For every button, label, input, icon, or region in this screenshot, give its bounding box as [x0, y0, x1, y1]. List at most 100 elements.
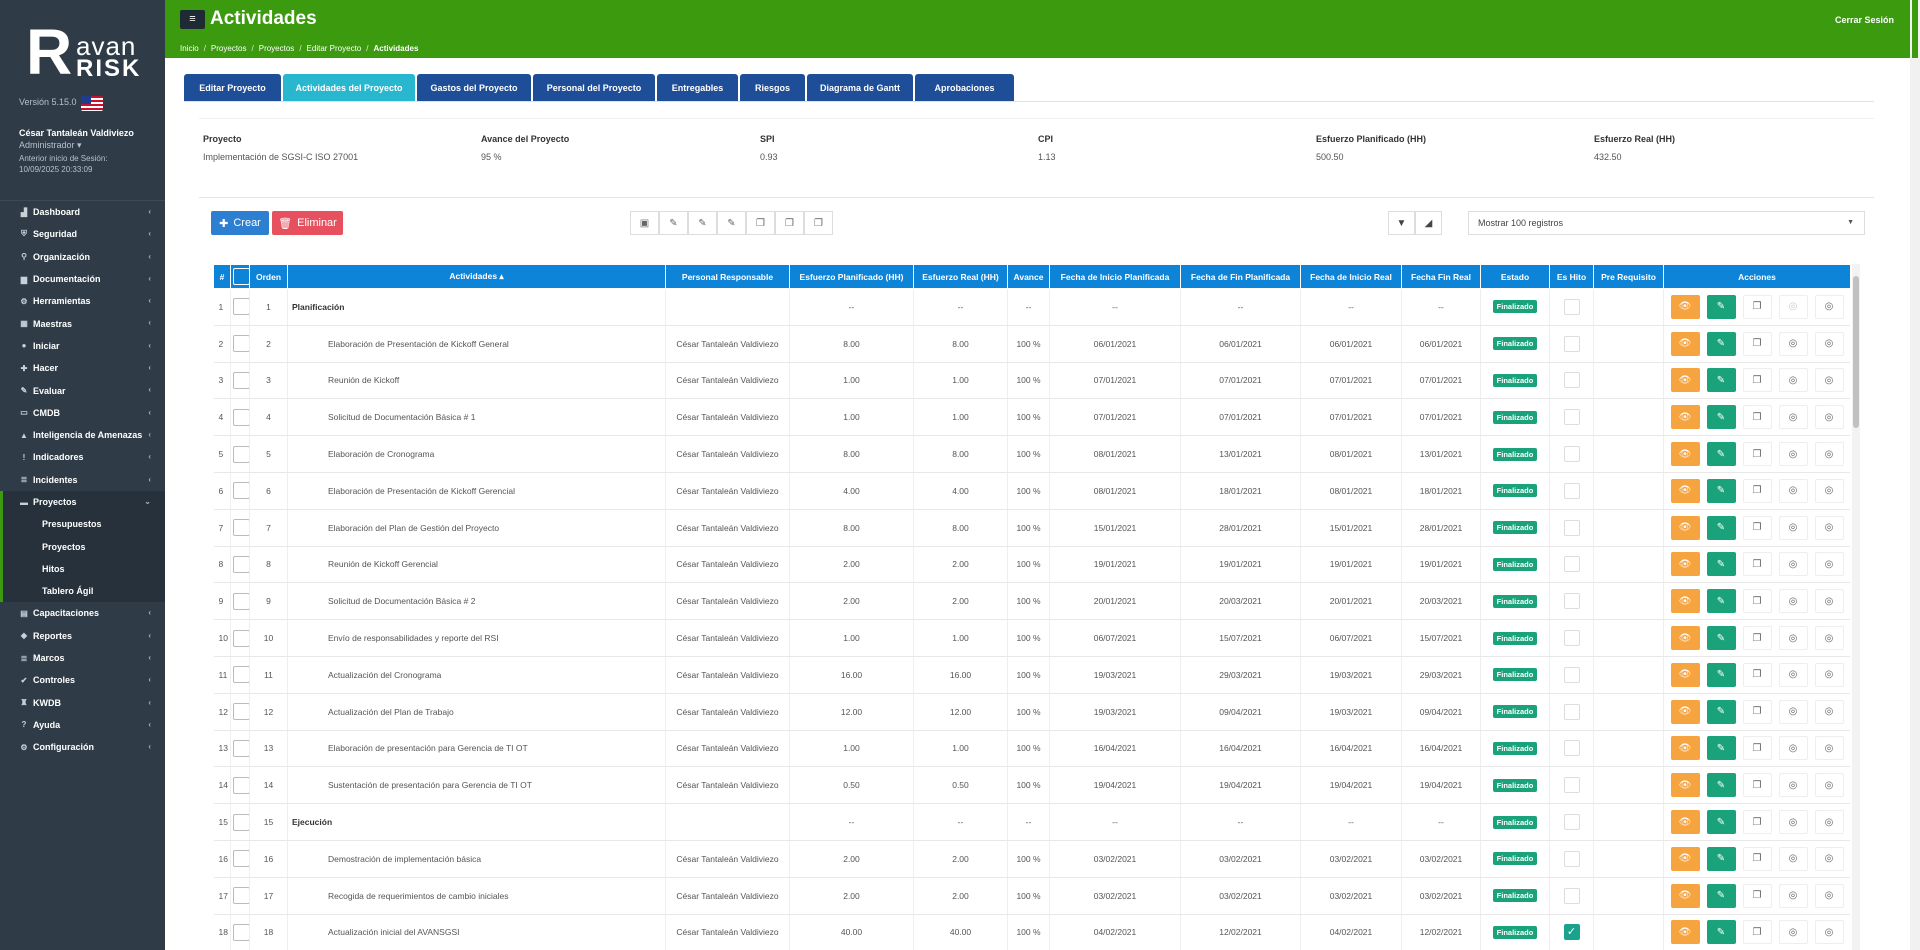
view-icon[interactable]: 👁	[1670, 331, 1700, 356]
target-icon[interactable]: ◎	[1778, 810, 1808, 835]
tab-riesgos[interactable]: Riesgos	[740, 74, 805, 101]
target-icon[interactable]: ◎	[1778, 478, 1808, 503]
table-row[interactable]: 1 1 Planificación -- -- -- -- -- -- -- Finalizado 👁…	[213, 288, 1850, 326]
sidebar-item-inteligencia-de-amenazas[interactable]: ▲ Inteligencia de Amenazas ‹	[0, 424, 165, 446]
sidebar-item-evaluar[interactable]: ✎ Evaluar ‹	[0, 379, 165, 401]
tab-gastos-del-proyecto[interactable]: Gastos del Proyecto	[417, 74, 531, 101]
row-checkbox[interactable]	[233, 813, 249, 831]
edit-icon[interactable]: ✎	[1706, 662, 1736, 687]
target-icon[interactable]: ◎	[1814, 846, 1844, 871]
target-icon[interactable]: ◎	[1814, 552, 1844, 577]
menu-toggle-icon[interactable]: ≡	[180, 10, 205, 29]
copy-icon[interactable]: ❐	[1742, 442, 1772, 467]
us-flag-icon[interactable]	[81, 96, 103, 111]
logo[interactable]: R avan RISK	[0, 0, 165, 84]
copy-icon[interactable]: ❐	[1742, 736, 1772, 761]
copy-icon[interactable]: ❐	[1742, 331, 1772, 356]
sidebar-item-seguridad[interactable]: ⛨ Seguridad ‹	[0, 223, 165, 245]
row-checkbox[interactable]	[233, 335, 249, 353]
target-icon[interactable]: ◎	[1814, 662, 1844, 687]
page-scrollbar[interactable]	[1910, 0, 1920, 950]
target-icon[interactable]: ◎	[1814, 589, 1844, 614]
sidebar-item-organizacion[interactable]: ⚲ Organización ‹	[0, 246, 165, 268]
table-row[interactable]: 17 17 Recogida de requerimientos de cambio…	[213, 877, 1850, 915]
target-icon[interactable]: ◎	[1814, 883, 1844, 908]
copy-icon[interactable]: ❐	[804, 211, 833, 235]
sidebar-item-marcos[interactable]: ≣ Marcos ‹	[0, 647, 165, 669]
view-icon[interactable]: 👁	[1670, 920, 1700, 945]
edit-icon[interactable]: ✎	[1706, 552, 1736, 577]
edit-icon[interactable]: ✎	[1706, 442, 1736, 467]
copy-icon[interactable]: ❐	[1742, 773, 1772, 798]
copy-icon[interactable]: ❐	[746, 211, 775, 235]
row-checkbox[interactable]	[233, 371, 249, 389]
table-row[interactable]: 18 18 Actualización inicial del AVANSGSI Cé…	[213, 914, 1850, 950]
copy-icon[interactable]: ❐	[1742, 368, 1772, 393]
target-icon[interactable]: ◎	[1814, 515, 1844, 540]
submenu-item-proyectos[interactable]: Proyectos	[3, 535, 165, 557]
row-checkbox[interactable]	[233, 923, 249, 941]
target-icon[interactable]: ◎	[1814, 736, 1844, 761]
view-icon[interactable]: 👁	[1670, 478, 1700, 503]
copy-icon[interactable]: ❐	[775, 211, 804, 235]
breadcrumb-link-inicio[interactable]: Inicio	[180, 44, 199, 53]
table-row[interactable]: 16 16 Demostración de implementación básic…	[213, 840, 1850, 878]
edit-icon[interactable]: ✎	[1706, 478, 1736, 503]
edit-icon[interactable]: ✎	[1706, 736, 1736, 761]
row-checkbox[interactable]	[233, 666, 249, 684]
row-checkbox[interactable]	[233, 519, 249, 537]
table-row[interactable]: 2 2 Elaboración de Presentación de Kickoff…	[213, 325, 1850, 363]
delete-button[interactable]: 🗑 Eliminar	[272, 211, 343, 235]
tab-actividades-del-proyecto[interactable]: Actividades del Proyecto	[283, 74, 415, 101]
sidebar-item-documentacion[interactable]: ▆ Documentación ‹	[0, 268, 165, 290]
target-icon[interactable]: ◎	[1778, 773, 1808, 798]
edit-icon[interactable]: ✎	[1706, 626, 1736, 651]
row-checkbox[interactable]	[233, 776, 249, 794]
page-size-select[interactable]: Mostrar 100 registros ▼	[1468, 211, 1865, 235]
row-checkbox[interactable]	[233, 408, 249, 426]
target-icon[interactable]: ◎	[1778, 883, 1808, 908]
sidebar-item-incidentes[interactable]: ≣ Incidentes ‹	[0, 469, 165, 491]
target-icon[interactable]: ◎	[1814, 331, 1844, 356]
target-icon[interactable]: ◎	[1814, 405, 1844, 430]
edit-icon[interactable]: ✎	[1706, 589, 1736, 614]
table-row[interactable]: 15 15 Ejecución -- -- -- -- -- -- -- Finalizado 👁 ✎ ❐…	[213, 803, 1850, 841]
view-icon[interactable]: 👁	[1670, 662, 1700, 687]
copy-icon[interactable]: ❐	[1742, 662, 1772, 687]
target-icon[interactable]: ◎	[1778, 368, 1808, 393]
copy-icon[interactable]: ❐	[1742, 478, 1772, 503]
target-icon[interactable]: ◎	[1778, 515, 1808, 540]
copy-icon[interactable]: ❐	[1742, 699, 1772, 724]
target-icon[interactable]: ◎	[1778, 920, 1808, 945]
edit-icon[interactable]: ✎	[1706, 294, 1736, 319]
sidebar-item-cmdb[interactable]: ▭ CMDB ‹	[0, 402, 165, 424]
row-checkbox[interactable]	[233, 555, 249, 573]
edit-icon[interactable]: ✎	[1706, 920, 1736, 945]
view-icon[interactable]: 👁	[1670, 442, 1700, 467]
row-checkbox[interactable]	[233, 703, 249, 721]
sidebar-item-dashboard[interactable]: ▟ Dashboard ‹	[0, 201, 165, 223]
table-row[interactable]: 7 7 Elaboración del Plan de Gestión del Pr…	[213, 509, 1850, 547]
target-icon[interactable]: ◎	[1778, 699, 1808, 724]
target-icon[interactable]: ◎	[1814, 368, 1844, 393]
edit-icon[interactable]: ✎	[1706, 699, 1736, 724]
sidebar-item-iniciar[interactable]: ● Iniciar ‹	[0, 335, 165, 357]
row-checkbox[interactable]	[233, 298, 249, 316]
table-row[interactable]: 11 11 Actualización del Cronograma César Ta…	[213, 656, 1850, 694]
tab-entregables[interactable]: Entregables	[657, 74, 738, 101]
target-icon[interactable]: ◎	[1814, 699, 1844, 724]
view-icon[interactable]: 👁	[1670, 552, 1700, 577]
filter-icon[interactable]: ▼	[1388, 211, 1415, 235]
table-row[interactable]: 12 12 Actualización del Plan de Trabajo Cés…	[213, 693, 1850, 731]
export-excel-icon[interactable]: ▣	[630, 211, 659, 235]
row-checkbox[interactable]	[233, 887, 249, 905]
submenu-item-tablero-agil[interactable]: Tablero Ágil	[3, 580, 165, 602]
copy-icon[interactable]: ❐	[1742, 920, 1772, 945]
view-icon[interactable]: 👁	[1670, 626, 1700, 651]
submenu-item-hitos[interactable]: Hitos	[3, 558, 165, 580]
view-icon[interactable]: 👁	[1670, 883, 1700, 908]
submenu-item-presupuestos[interactable]: Presupuestos	[3, 513, 165, 535]
copy-icon[interactable]: ❐	[1742, 883, 1772, 908]
view-icon[interactable]: 👁	[1670, 294, 1700, 319]
column-header-actividades[interactable]: Actividades ▴	[287, 264, 666, 289]
